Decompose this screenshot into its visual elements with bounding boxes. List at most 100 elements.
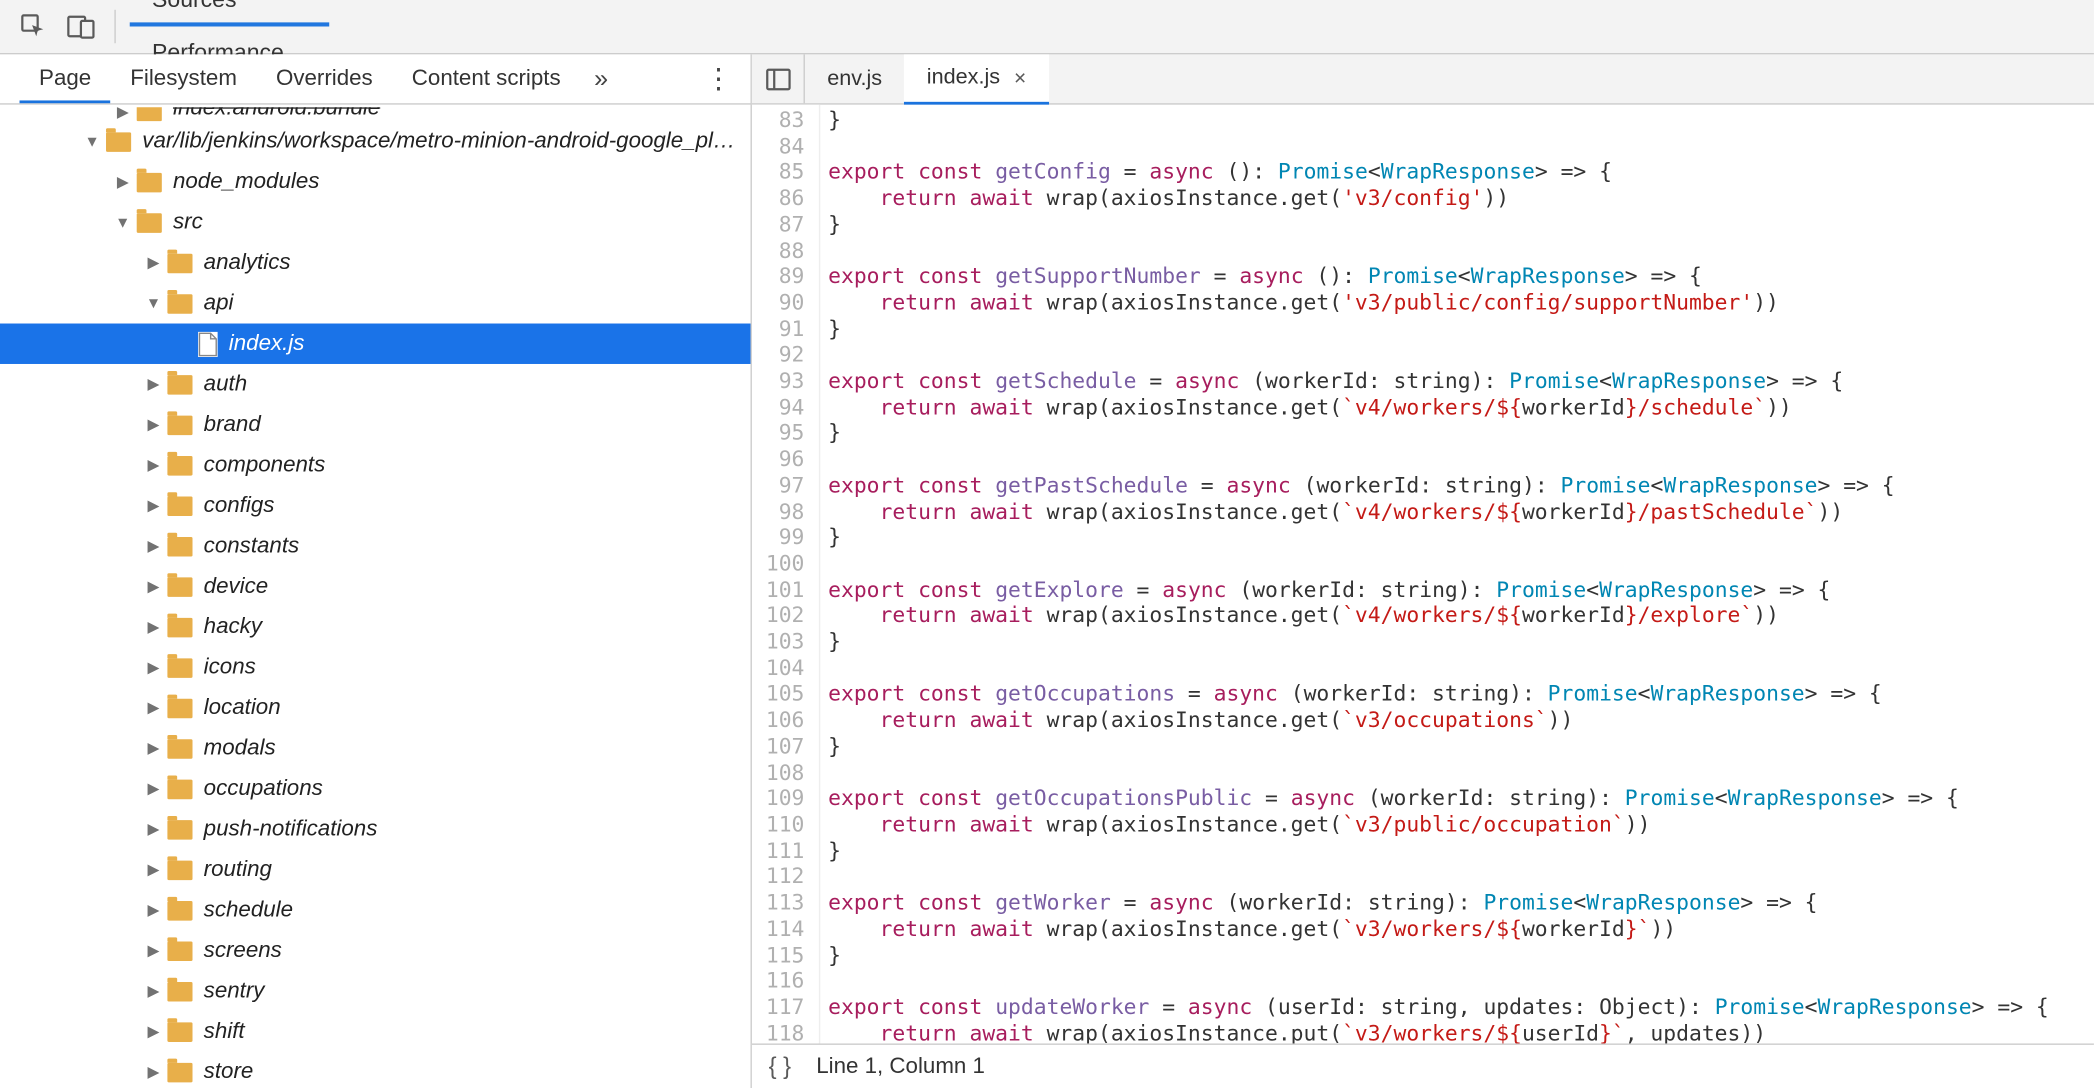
editor-pane: env.jsindex.js× 838485868788899091929394… [752, 54, 2094, 1088]
chevron-right-icon[interactable]: ▶ [145, 861, 162, 879]
chevron-right-icon[interactable]: ▶ [145, 416, 162, 434]
chevron-right-icon[interactable]: ▶ [145, 982, 162, 1000]
chevron-right-icon[interactable]: ▶ [145, 375, 162, 393]
tree-row-cut[interactable]: ▶index.android.bundle [0, 107, 751, 121]
folder-modals[interactable]: ▶ modals [0, 728, 751, 768]
folder--push-notifications[interactable]: ▶ push-notifications [0, 809, 751, 849]
navigator-pane: PageFilesystemOverridesContent scripts »… [0, 54, 752, 1088]
chevron-down-icon[interactable]: ▼ [84, 133, 101, 150]
chevron-right-icon[interactable]: ▶ [145, 780, 162, 798]
folder-icon [167, 1062, 192, 1082]
folder-icon [167, 860, 192, 880]
editor-tab-index-js[interactable]: index.js× [904, 54, 1048, 104]
chevron-down-icon[interactable]: ▼ [145, 295, 162, 312]
chevron-right-icon[interactable]: ▶ [114, 173, 131, 191]
chevron-right-icon[interactable]: ▶ [145, 578, 162, 596]
tree-label: schedule [204, 898, 293, 923]
nav-tab-overrides[interactable]: Overrides [256, 54, 392, 103]
show-navigator-icon[interactable] [752, 54, 805, 103]
folder-icon [167, 698, 192, 718]
inspect-icon[interactable] [14, 7, 53, 46]
chevron-right-icon[interactable]: ▶ [145, 456, 162, 474]
chevron-right-icon[interactable]: ▶ [145, 1063, 162, 1081]
chevron-right-icon[interactable]: ▶ [145, 537, 162, 555]
folder-icon [167, 779, 192, 799]
folder-icon [167, 577, 192, 597]
chevron-right-icon[interactable]: ▶ [145, 820, 162, 838]
chevron-right-icon[interactable]: ▶ [145, 901, 162, 919]
folder-icons[interactable]: ▶ icons [0, 647, 751, 687]
code-content[interactable]: } export const getConfig = async (): Pro… [820, 105, 2049, 1044]
folder-src[interactable]: ▼src [0, 202, 751, 242]
chevron-right-icon[interactable]: ▶ [145, 739, 162, 757]
folder-icon [167, 455, 192, 475]
nav-tab-page[interactable]: Page [20, 54, 111, 103]
folder-icon [167, 253, 192, 273]
chevron-right-icon[interactable]: ▶ [145, 1023, 162, 1041]
chevron-down-icon[interactable]: ▼ [114, 214, 131, 231]
editor-tab-bar: env.jsindex.js× [752, 54, 2094, 104]
tree-label: components [204, 453, 326, 478]
folder-routing[interactable]: ▶ routing [0, 850, 751, 890]
line-gutter: 8384858687888990919293949596979899100101… [752, 105, 820, 1044]
folder-icon [167, 981, 192, 1001]
folder-analytics[interactable]: ▶ analytics [0, 243, 751, 283]
folder-schedule[interactable]: ▶ schedule [0, 890, 751, 930]
chevron-right-icon[interactable]: ▶ [145, 942, 162, 960]
tree-label: analytics [204, 250, 291, 275]
tree-label: modals [204, 736, 276, 761]
tree-label: configs [204, 493, 275, 518]
folder-brand[interactable]: ▶brand [0, 405, 751, 445]
file-icon [198, 331, 218, 356]
folder-components[interactable]: ▶ components [0, 445, 751, 485]
folder-icon [167, 941, 192, 961]
panel-tab-sources[interactable]: Sources [130, 0, 329, 27]
file-index-js[interactable]: index.js [0, 324, 751, 364]
code-editor[interactable]: 8384858687888990919293949596979899100101… [752, 105, 2094, 1044]
chevron-right-icon[interactable]: ▶ [145, 497, 162, 515]
device-toggle-icon[interactable] [61, 7, 100, 46]
folder-var-lib-jenkins[interactable]: ▼var/lib/jenkins/workspace/metro-minion-… [0, 121, 751, 161]
pretty-print-icon[interactable]: { } [769, 1053, 791, 1081]
folder-device[interactable]: ▶ device [0, 566, 751, 606]
folder-location[interactable]: ▶location [0, 688, 751, 728]
folder-constants[interactable]: ▶constants [0, 526, 751, 566]
chevron-right-icon[interactable]: ▶ [145, 618, 162, 636]
tree-label: device [204, 574, 269, 599]
tree-label: api [204, 291, 234, 316]
close-icon[interactable]: × [1014, 66, 1026, 90]
folder-api[interactable]: ▼ api [0, 283, 751, 323]
navigator-menu-icon[interactable]: ⋮ [685, 61, 751, 96]
folder-sentry[interactable]: ▶sentry [0, 971, 751, 1011]
folder-configs[interactable]: ▶ configs [0, 485, 751, 525]
editor-tab-env-js[interactable]: env.js [805, 54, 905, 103]
folder-occupations[interactable]: ▶ occupations [0, 769, 751, 809]
folder-auth[interactable]: ▶auth [0, 364, 751, 404]
file-tree[interactable]: ▶index.android.bundle▼var/lib/jenkins/wo… [0, 105, 751, 1088]
tree-label: push-notifications [204, 817, 378, 842]
chevron-right-icon[interactable]: ▶ [145, 254, 162, 272]
chevron-right-icon[interactable]: ▶ [145, 699, 162, 717]
more-tabs-button[interactable]: » [580, 64, 622, 93]
folder-icon [167, 375, 192, 395]
folder-shift[interactable]: ▶ shift [0, 1011, 751, 1051]
folder-icon [167, 536, 192, 556]
tree-label: icons [204, 655, 256, 680]
folder-icon [106, 132, 131, 152]
folder-node-modules[interactable]: ▶node_modules [0, 162, 751, 202]
chevron-right-icon[interactable]: ▶ [145, 658, 162, 676]
tree-label: occupations [204, 776, 323, 801]
nav-tab-filesystem[interactable]: Filesystem [111, 54, 257, 103]
tree-label: shift [204, 1019, 245, 1044]
folder-screens[interactable]: ▶screens [0, 930, 751, 970]
toolbar-separator [114, 10, 115, 43]
tree-label: store [204, 1060, 254, 1085]
tree-label: index.js [229, 331, 305, 356]
folder-hacky[interactable]: ▶hacky [0, 607, 751, 647]
folder-icon [167, 617, 192, 637]
folder-icon [137, 172, 162, 192]
nav-tab-content-scripts[interactable]: Content scripts [392, 54, 580, 103]
folder-store[interactable]: ▶ store [0, 1052, 751, 1088]
folder-icon [167, 658, 192, 678]
tree-label: routing [204, 857, 272, 882]
